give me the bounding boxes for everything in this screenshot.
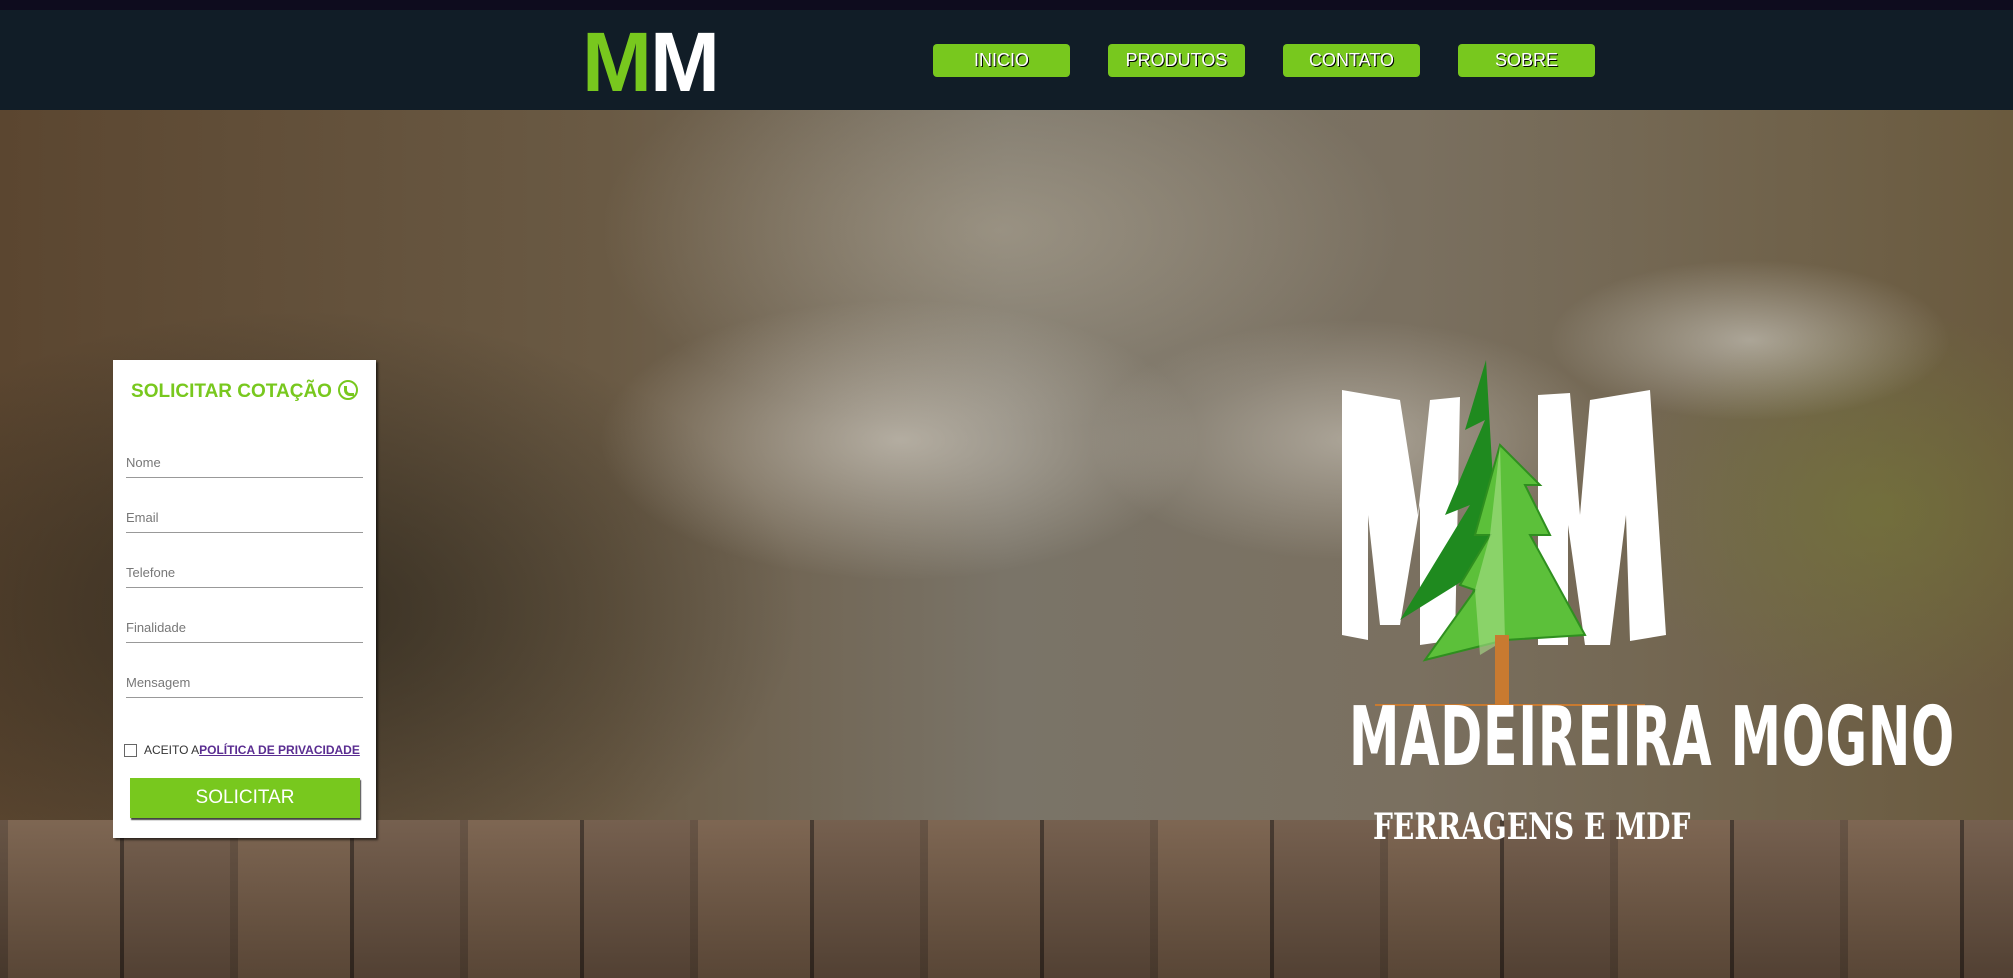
privacy-consent: ACEITO A POLÍTICA DE PRIVACIDADE xyxy=(124,743,360,757)
form-title-text: SOLICITAR COTAÇÃO xyxy=(131,381,332,402)
name-input[interactable] xyxy=(126,448,363,478)
quote-request-form: SOLICITAR COTAÇÃO ACEITO APOLÍTICA DE PR… xyxy=(113,360,376,838)
nav-contato[interactable]: CONTATO xyxy=(1283,44,1420,77)
privacy-policy-link[interactable]: POLÍTICA DE PRIVACIDADE xyxy=(199,743,360,757)
form-title: SOLICITAR COTAÇÃO xyxy=(113,380,376,403)
whatsapp-icon xyxy=(337,380,358,400)
privacy-checkbox[interactable] xyxy=(124,743,137,757)
logo-letter-m-left xyxy=(1342,390,1460,645)
nav-produtos[interactable]: PRODUTOS xyxy=(1108,44,1245,77)
phone-input[interactable] xyxy=(126,558,363,588)
brand-logo[interactable]: MM xyxy=(582,20,720,104)
nav-inicio[interactable]: INICIO xyxy=(933,44,1070,77)
brand-letter-white: M xyxy=(649,15,720,109)
email-input[interactable] xyxy=(126,503,363,533)
message-input[interactable] xyxy=(126,668,363,698)
top-strip xyxy=(0,0,2013,10)
submit-button[interactable]: SOLICITAR xyxy=(130,778,360,818)
brand-letter-green: M xyxy=(582,15,652,109)
logo-tagline: FERRAGENS E MDF xyxy=(1373,806,1691,848)
site-header: MM INICIO PRODUTOS CONTATO SOBRE xyxy=(0,10,2013,110)
logo-company-name: MADEIREIRA MOGNO xyxy=(1348,690,1955,785)
nav-sobre[interactable]: SOBRE xyxy=(1458,44,1595,77)
purpose-input[interactable] xyxy=(126,613,363,643)
consent-label: ACEITO A xyxy=(144,743,200,757)
